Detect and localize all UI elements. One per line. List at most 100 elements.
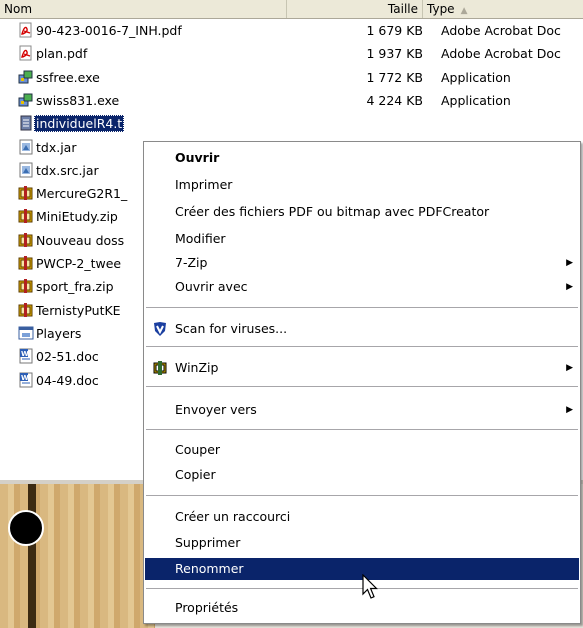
pdf-icon — [19, 22, 32, 38]
zip-icon — [18, 302, 33, 317]
svg-text:W: W — [21, 374, 29, 382]
menu-item-winzip[interactable]: WinZip ▶ — [145, 357, 579, 379]
jar-icon — [19, 162, 33, 178]
file-row[interactable]: individuelR4.t — [0, 112, 583, 135]
file-name: Nouveau doss — [36, 232, 125, 248]
menu-item-rename-label: Renommer — [175, 561, 244, 576]
file-name: swiss831.exe — [36, 92, 120, 108]
menu-separator — [146, 307, 578, 309]
menu-separator — [146, 386, 578, 388]
menu-item-scan-viruses-label: Scan for viruses... — [175, 321, 288, 336]
menu-item-edit-label: Modifier — [175, 231, 226, 246]
file-name: Players — [36, 325, 82, 341]
file-size: 1 937 KB — [366, 46, 423, 62]
menu-item-create-shortcut-label: Créer un raccourci — [175, 509, 291, 524]
sort-ascending-icon: ▲ — [460, 6, 468, 16]
menu-item-open-with[interactable]: Ouvrir avec ▶ — [145, 276, 579, 298]
word-doc-icon: W — [19, 372, 33, 387]
context-menu: Ouvrir Imprimer Créer des fichiers PDF o… — [143, 141, 581, 624]
column-header-name-label: Nom — [4, 2, 33, 16]
file-name: plan.pdf — [36, 46, 88, 62]
submenu-arrow-icon: ▶ — [566, 258, 573, 268]
file-size: 4 224 KB — [366, 92, 423, 108]
menu-item-7zip-label: 7-Zip — [175, 255, 208, 270]
zip-icon — [18, 232, 33, 247]
menu-item-winzip-label: WinZip — [175, 360, 219, 375]
menu-item-send-to-label: Envoyer vers — [175, 402, 257, 417]
menu-item-print[interactable]: Imprimer — [145, 174, 579, 196]
column-header-name[interactable]: Nom — [0, 0, 287, 18]
file-name: tdx.src.jar — [36, 162, 99, 178]
zip-icon — [18, 209, 33, 224]
submenu-arrow-icon: ▶ — [566, 405, 573, 415]
file-size: 1 679 KB — [366, 23, 423, 38]
file-name: TernistyPutKE — [36, 302, 121, 318]
submenu-arrow-icon: ▶ — [566, 282, 573, 292]
file-name: tdx.jar — [36, 139, 77, 155]
preview-image — [0, 484, 155, 628]
file-name: 90-423-0016-7_INH.pdf — [36, 23, 182, 38]
text-file-icon — [20, 115, 32, 131]
file-name: individuelR4.t — [34, 115, 125, 133]
file-name: 02-51.doc — [36, 349, 99, 365]
installer-icon — [18, 93, 33, 107]
menu-item-7zip[interactable]: 7-Zip ▶ — [145, 252, 579, 274]
menu-item-open-label: Ouvrir — [175, 150, 220, 165]
file-size: 1 772 KB — [366, 69, 423, 85]
menu-item-properties-label: Propriétés — [175, 600, 239, 615]
svg-text:W: W — [21, 350, 29, 358]
zip-icon — [18, 279, 33, 294]
menu-item-pdfcreator[interactable]: Créer des fichiers PDF ou bitmap avec PD… — [145, 201, 579, 223]
antivirus-shield-icon — [154, 322, 166, 336]
column-header-size-label: Taille — [387, 2, 418, 16]
file-row[interactable]: 90-423-0016-7_INH.pdf 1 679 KB Adobe Acrob… — [0, 19, 583, 42]
mouse-pointer-icon — [362, 574, 378, 599]
menu-item-open[interactable]: Ouvrir — [145, 147, 579, 169]
file-row[interactable]: ssfree.exe 1 772 KB Application — [0, 66, 583, 89]
menu-item-create-shortcut[interactable]: Créer un raccourci — [145, 506, 579, 528]
window-icon — [18, 326, 34, 340]
menu-item-copy-label: Copier — [175, 467, 216, 482]
menu-item-edit[interactable]: Modifier — [145, 228, 579, 250]
zip-icon — [18, 186, 33, 201]
preview-post — [28, 484, 36, 628]
menu-item-delete-label: Supprimer — [175, 535, 241, 550]
menu-item-properties[interactable]: Propriétés — [145, 597, 579, 619]
file-name: ssfree.exe — [36, 69, 100, 85]
file-name: MiniEtudy.zip — [36, 209, 118, 225]
pdf-icon — [19, 45, 32, 61]
file-name: PWCP-2_twee — [36, 256, 122, 271]
menu-item-cut-label: Couper — [175, 442, 221, 457]
column-header-size[interactable]: Taille — [287, 0, 423, 18]
file-type: Adobe Acrobat Doc — [441, 23, 561, 38]
column-header-type-label: Type — [427, 2, 455, 16]
menu-item-cut[interactable]: Couper — [145, 439, 579, 461]
preview-circle — [8, 510, 44, 546]
menu-separator — [146, 429, 578, 431]
file-row[interactable]: plan.pdf 1 937 KB Adobe Acrobat Doc — [0, 42, 583, 65]
column-header-bar: Nom Taille Type ▲ — [0, 0, 583, 19]
menu-item-copy[interactable]: Copier — [145, 464, 579, 486]
zip-icon — [18, 256, 33, 270]
file-name: sport_fra.zip — [36, 279, 114, 295]
file-name: MercureG2R1_ — [36, 186, 128, 202]
jar-icon — [19, 139, 33, 154]
submenu-arrow-icon: ▶ — [566, 363, 573, 373]
word-doc-icon: W — [19, 348, 33, 364]
menu-item-print-label: Imprimer — [175, 177, 233, 192]
menu-separator — [146, 495, 578, 497]
menu-item-send-to[interactable]: Envoyer vers ▶ — [145, 399, 579, 421]
menu-item-scan-viruses[interactable]: Scan for viruses... — [145, 318, 579, 340]
menu-separator — [146, 346, 578, 348]
file-type: Application — [441, 69, 511, 85]
menu-item-open-with-label: Ouvrir avec — [175, 279, 248, 294]
file-name: 04-49.doc — [36, 372, 99, 388]
menu-item-pdfcreator-label: Créer des fichiers PDF ou bitmap avec PD… — [175, 204, 490, 219]
file-type: Application — [441, 92, 511, 108]
file-type: Adobe Acrobat Doc — [441, 46, 561, 62]
installer-icon — [18, 70, 33, 84]
winzip-icon — [153, 361, 167, 375]
file-row[interactable]: swiss831.exe 4 224 KB Application — [0, 89, 583, 112]
menu-item-delete[interactable]: Supprimer — [145, 532, 579, 554]
column-header-type[interactable]: Type ▲ — [423, 0, 583, 18]
